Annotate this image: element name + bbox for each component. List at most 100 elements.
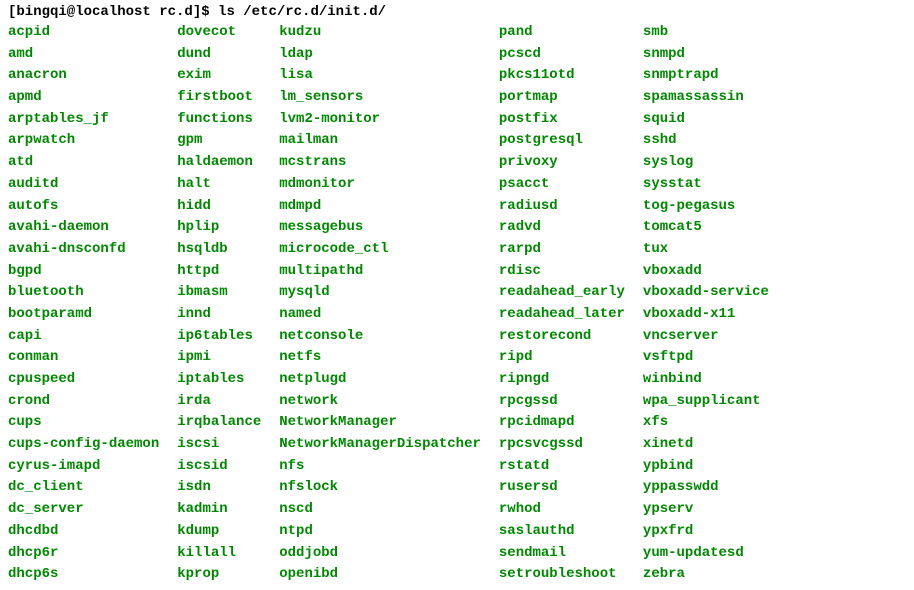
- file-entry: ypserv: [643, 499, 787, 521]
- file-entry: cups: [8, 412, 177, 434]
- listing-column-3: pandpcscdpkcs11otdportmappostfixpostgres…: [499, 22, 643, 586]
- file-entry: winbind: [643, 369, 787, 391]
- file-entry: vboxadd-x11: [643, 304, 787, 326]
- file-entry: innd: [177, 304, 279, 326]
- file-entry: halt: [177, 174, 279, 196]
- file-entry: radvd: [499, 217, 643, 239]
- file-entry: acpid: [8, 22, 177, 44]
- file-entry: dhcp6s: [8, 564, 177, 586]
- file-entry: kdump: [177, 521, 279, 543]
- file-entry: firstboot: [177, 87, 279, 109]
- file-entry: vsftpd: [643, 347, 787, 369]
- file-entry: iscsi: [177, 434, 279, 456]
- file-entry: vncserver: [643, 326, 787, 348]
- file-entry: ypxfrd: [643, 521, 787, 543]
- file-entry: readahead_later: [499, 304, 643, 326]
- file-entry: avahi-daemon: [8, 217, 177, 239]
- file-entry: lm_sensors: [279, 87, 499, 109]
- listing-column-1: dovecotdundeximfirstbootfunctionsgpmhald…: [177, 22, 279, 586]
- file-entry: named: [279, 304, 499, 326]
- file-entry: ripd: [499, 347, 643, 369]
- file-entry: radiusd: [499, 196, 643, 218]
- file-entry: wpa_supplicant: [643, 391, 787, 413]
- file-entry: dhcdbd: [8, 521, 177, 543]
- file-entry: ip6tables: [177, 326, 279, 348]
- file-entry: bluetooth: [8, 282, 177, 304]
- file-entry: crond: [8, 391, 177, 413]
- file-entry: mailman: [279, 130, 499, 152]
- file-entry: NetworkManager: [279, 412, 499, 434]
- file-entry: pkcs11otd: [499, 65, 643, 87]
- file-entry: irqbalance: [177, 412, 279, 434]
- file-entry: spamassassin: [643, 87, 787, 109]
- file-entry: mysqld: [279, 282, 499, 304]
- file-entry: rpcidmapd: [499, 412, 643, 434]
- file-entry: postfix: [499, 109, 643, 131]
- file-entry: netplugd: [279, 369, 499, 391]
- file-entry: lisa: [279, 65, 499, 87]
- file-entry: sshd: [643, 130, 787, 152]
- file-entry: nscd: [279, 499, 499, 521]
- file-entry: portmap: [499, 87, 643, 109]
- file-entry: mdmpd: [279, 196, 499, 218]
- file-entry: xinetd: [643, 434, 787, 456]
- file-entry: yppasswdd: [643, 477, 787, 499]
- file-entry: messagebus: [279, 217, 499, 239]
- file-entry: saslauthd: [499, 521, 643, 543]
- file-entry: ipmi: [177, 347, 279, 369]
- file-entry: readahead_early: [499, 282, 643, 304]
- file-entry: sendmail: [499, 543, 643, 565]
- file-entry: bootparamd: [8, 304, 177, 326]
- file-entry: auditd: [8, 174, 177, 196]
- file-entry: killall: [177, 543, 279, 565]
- file-entry: nfs: [279, 456, 499, 478]
- file-entry: mdmonitor: [279, 174, 499, 196]
- file-entry: rusersd: [499, 477, 643, 499]
- file-entry: psacct: [499, 174, 643, 196]
- file-entry: rdisc: [499, 261, 643, 283]
- file-entry: gpm: [177, 130, 279, 152]
- file-entry: autofs: [8, 196, 177, 218]
- file-entry: postgresql: [499, 130, 643, 152]
- file-entry: restorecond: [499, 326, 643, 348]
- file-entry: pcscd: [499, 44, 643, 66]
- file-entry: hsqldb: [177, 239, 279, 261]
- shell-command: ls /etc/rc.d/init.d/: [218, 4, 386, 20]
- file-entry: atd: [8, 152, 177, 174]
- file-entry: dhcp6r: [8, 543, 177, 565]
- file-entry: avahi-dnsconfd: [8, 239, 177, 261]
- file-entry: ypbind: [643, 456, 787, 478]
- file-entry: isdn: [177, 477, 279, 499]
- file-entry: kprop: [177, 564, 279, 586]
- file-entry: oddjobd: [279, 543, 499, 565]
- file-entry: ibmasm: [177, 282, 279, 304]
- file-entry: syslog: [643, 152, 787, 174]
- file-entry: functions: [177, 109, 279, 131]
- file-entry: dc_client: [8, 477, 177, 499]
- file-entry: kudzu: [279, 22, 499, 44]
- file-entry: anacron: [8, 65, 177, 87]
- file-entry: snmpd: [643, 44, 787, 66]
- file-entry: yum-updatesd: [643, 543, 787, 565]
- listing-column-0: acpidamdanacronapmdarptables_jfarpwatcha…: [8, 22, 177, 586]
- file-entry: httpd: [177, 261, 279, 283]
- listing-column-4: smbsnmpdsnmptrapdspamassassinsquidsshdsy…: [643, 22, 787, 586]
- file-entry: lvm2-monitor: [279, 109, 499, 131]
- terminal-prompt-line: [bingqi@localhost rc.d]$ ls /etc/rc.d/in…: [8, 4, 906, 20]
- file-entry: conman: [8, 347, 177, 369]
- file-entry: network: [279, 391, 499, 413]
- file-entry: cyrus-imapd: [8, 456, 177, 478]
- file-entry: multipathd: [279, 261, 499, 283]
- file-entry: ldap: [279, 44, 499, 66]
- file-entry: cups-config-daemon: [8, 434, 177, 456]
- file-entry: rpcgssd: [499, 391, 643, 413]
- file-entry: snmptrapd: [643, 65, 787, 87]
- file-entry: netfs: [279, 347, 499, 369]
- file-entry: tux: [643, 239, 787, 261]
- file-entry: apmd: [8, 87, 177, 109]
- file-entry: iscsid: [177, 456, 279, 478]
- file-entry: mcstrans: [279, 152, 499, 174]
- file-entry: rarpd: [499, 239, 643, 261]
- file-entry: dc_server: [8, 499, 177, 521]
- file-entry: dund: [177, 44, 279, 66]
